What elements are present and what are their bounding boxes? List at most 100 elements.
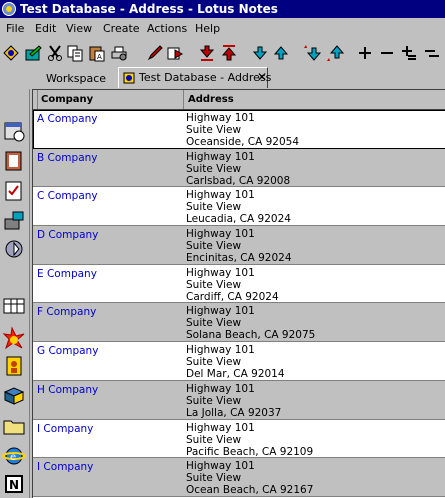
address-city: Del Mar, CA 92014 [186,368,285,381]
address-suite: Suite View [186,394,242,407]
address-street: Highway 101 [186,228,255,241]
address-suite: Suite View [186,317,242,330]
address-suite: Suite View [186,201,242,214]
address-city: La Jolla, CA 92037 [186,406,282,419]
phone-icon[interactable] [2,209,26,233]
table-row[interactable]: I Company Highway 101 Suite View Ocean Beac… [33,458,445,497]
paste-icon[interactable]: A [88,44,106,62]
company-cell: F Company [37,306,97,319]
address-street: Highway 101 [186,460,255,473]
menu-actions[interactable]: Actions [147,22,187,35]
tab-workspace[interactable]: Workspace [36,69,116,88]
alarm-icon[interactable] [2,326,26,350]
collapse-icon[interactable] [378,44,396,62]
bookmark-bar: e N [0,89,30,498]
address-street: Highway 101 [186,150,255,163]
address-suite: Suite View [186,240,242,253]
replicator-icon[interactable] [2,237,26,261]
address-cell: Highway 101 Suite View Leucadia, CA 92024 [186,189,291,225]
address-cell: Highway 101 Suite View Pacific Beach, CA 9… [186,422,313,458]
print-icon[interactable] [110,44,128,62]
company-cell: G Company [37,345,99,358]
previous-icon[interactable] [251,44,269,62]
lotus-notes-app-icon[interactable] [2,2,16,16]
internet-icon[interactable]: e [2,444,26,468]
address-cell: Highway 101 Suite View La Jolla, CA 92037 [186,383,281,419]
table-row[interactable]: I Company Highway 101 Suite View Pacific Be… [33,420,445,459]
address-suite: Suite View [186,124,242,136]
calendar-icon[interactable] [2,119,26,143]
close-tab-icon[interactable]: ✕ [257,70,267,84]
address-cell: Highway 101 Suite View Encinitas, CA 92024 [186,228,292,264]
address-suite: Suite View [186,356,242,369]
expand-all-icon[interactable] [400,44,418,62]
table-row[interactable]: H Company Highway 101 Suite View La Jolla, … [33,380,445,420]
address-street: Highway 101 [186,189,255,202]
address-street: Highway 101 [186,266,255,279]
address-city: Cardiff, CA 92024 [186,290,279,303]
menu-file[interactable]: File [6,22,24,35]
menu-view[interactable]: View [66,22,92,35]
svg-text:N: N [9,478,19,492]
collapse-all-icon[interactable] [423,44,441,62]
address-street: Highway 101 [186,344,255,357]
address-suite: Suite View [186,278,242,291]
next-icon[interactable] [272,44,290,62]
column-header: Company Address [33,90,445,110]
title-bar: Test Database - Address - Lotus Notes [0,0,445,18]
address-city: Ocean Beach, CA 92167 [186,484,314,497]
next-unread-icon[interactable] [220,44,238,62]
address-cell: Highway 101 Suite View Cardiff, CA 92024 [186,267,279,303]
forward-icon[interactable] [166,44,184,62]
svg-text:e: e [10,452,16,463]
cut-icon[interactable] [46,44,64,62]
table-row[interactable]: C Company Highway 101 Suite View Leucadia, … [33,187,445,227]
expand-icon[interactable] [356,44,374,62]
todo-icon[interactable] [2,179,26,203]
company-cell: D Company [37,229,99,242]
database-icon[interactable] [2,384,26,408]
document-list: A Company Highway 101 Suite View Oceanside,… [33,110,445,497]
column-header-address[interactable]: Address [184,90,445,109]
edit-document-icon[interactable] [24,44,42,62]
table-row[interactable]: A Company Highway 101 Suite View Oceanside,… [33,110,445,149]
previous-unread-icon[interactable] [198,44,216,62]
menu-edit[interactable]: Edit [35,22,56,35]
company-cell: I Company [37,422,94,435]
previous-marked-icon[interactable] [303,44,321,62]
table-row[interactable]: E Company Highway 101 Suite View Cardiff, C… [33,265,445,304]
address-city: Oceanside, CA 92054 [186,136,300,148]
tab-label: Test Database - Address [139,71,272,84]
table-row[interactable]: D Company Highway 101 Suite View Encinitas,… [33,226,445,265]
address-street: Highway 101 [186,421,255,434]
agent-icon[interactable] [2,354,26,378]
table-row[interactable]: G Company Highway 101 Suite View Del Mar, C… [33,342,445,381]
next-marked-icon[interactable] [326,44,344,62]
address-city: Pacific Beach, CA 92109 [186,445,314,458]
menu-help[interactable]: Help [195,22,220,35]
pen-icon[interactable] [146,44,164,62]
address-suite: Suite View [186,162,242,175]
window-title: Test Database - Address - Lotus Notes [20,2,278,16]
column-header-company[interactable]: Company [37,90,184,109]
tab-test-database-address[interactable]: Test Database - Address ✕ [118,67,272,88]
address-city: Encinitas, CA 92024 [186,252,292,265]
address-city: Solana Beach, CA 92075 [186,329,316,342]
address-city: Carlsbad, CA 92008 [186,174,291,187]
table-row[interactable]: F Company Highway 101 Suite View Solana Bea… [33,303,445,343]
address-book-icon[interactable] [2,149,26,173]
address-cell: Highway 101 Suite View Solana Beach, CA 92… [186,305,315,341]
workspace-icon[interactable] [2,294,26,318]
address-street: Highway 101 [186,305,255,318]
database-icon [123,72,135,84]
table-row[interactable]: B Company Highway 101 Suite View Carlsbad, … [33,148,445,188]
copy-icon[interactable] [66,44,84,62]
menu-create[interactable]: Create [103,22,140,35]
company-cell: I Company [37,461,94,474]
bookmark-icon[interactable] [2,44,20,62]
address-street: Highway 101 [186,382,255,395]
company-cell: C Company [37,190,98,203]
notes-icon[interactable]: N [2,472,26,496]
address-suite: Suite View [186,433,242,446]
folder-icon[interactable] [2,414,26,438]
